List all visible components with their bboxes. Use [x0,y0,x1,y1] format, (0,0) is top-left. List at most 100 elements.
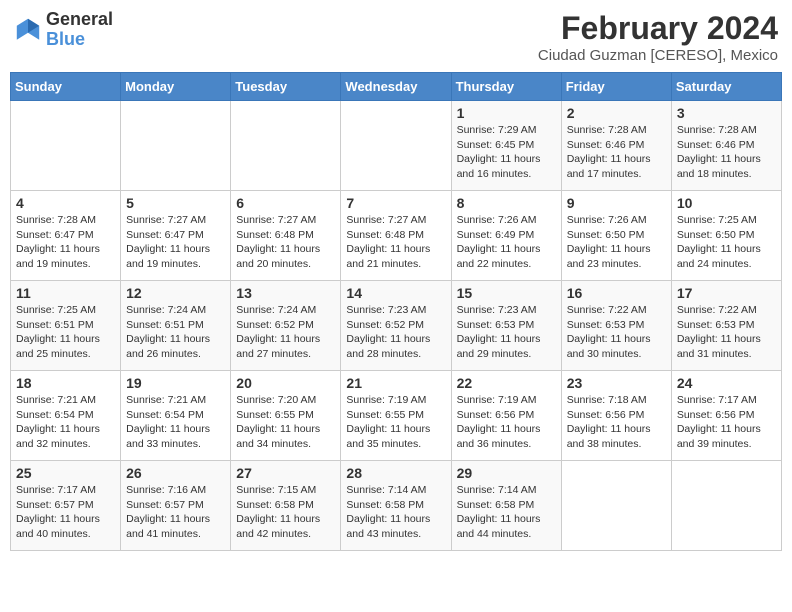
calendar-cell: 3 Sunrise: 7:28 AM Sunset: 6:46 PM Daylig… [671,101,781,191]
day-number: 26 [126,465,225,481]
calendar-cell: 13Sunrise: 7:24 AM Sunset: 6:52 PM Dayli… [231,281,341,371]
day-number: 19 [126,375,225,391]
day-info: Sunrise: 7:21 AM Sunset: 6:54 PM Dayligh… [16,393,115,452]
calendar-cell: 21 Sunrise: 7:19 AM Sunset: 6:55 PM Dayli… [341,371,451,461]
day-info: Sunrise: 7:17 AM Sunset: 6:56 PM Dayligh… [677,393,776,452]
calendar-week-row: 25Sunrise: 7:17 AM Sunset: 6:57 PM Dayli… [11,461,782,551]
calendar-cell: 7 Sunrise: 7:27 AM Sunset: 6:48 PM Daylig… [341,191,451,281]
day-number: 29 [457,465,556,481]
calendar-cell: 25Sunrise: 7:17 AM Sunset: 6:57 PM Dayli… [11,461,121,551]
calendar-cell: 19 Sunrise: 7:21 AM Sunset: 6:54 PM Dayli… [121,371,231,461]
day-info: Sunrise: 7:23 AM Sunset: 6:53 PM Dayligh… [457,303,556,362]
day-info: Sunrise: 7:20 AM Sunset: 6:55 PM Dayligh… [236,393,335,452]
logo: General Blue [14,10,113,50]
day-header-wednesday: Wednesday [341,73,451,101]
day-number: 27 [236,465,335,481]
day-info: Sunrise: 7:23 AM Sunset: 6:52 PM Dayligh… [346,303,445,362]
calendar-cell: 16 Sunrise: 7:22 AM Sunset: 6:53 PM Dayli… [561,281,671,371]
day-info: Sunrise: 7:26 AM Sunset: 6:50 PM Dayligh… [567,213,666,272]
day-number: 8 [457,195,556,211]
day-number: 6 [236,195,335,211]
calendar-cell: 20Sunrise: 7:20 AM Sunset: 6:55 PM Dayli… [231,371,341,461]
logo-icon [14,16,42,44]
calendar-cell: 23 Sunrise: 7:18 AM Sunset: 6:56 PM Dayli… [561,371,671,461]
day-header-friday: Friday [561,73,671,101]
day-number: 15 [457,285,556,301]
calendar-cell: 12Sunrise: 7:24 AM Sunset: 6:51 PM Dayli… [121,281,231,371]
day-number: 16 [567,285,666,301]
logo-blue-text: Blue [46,30,113,50]
day-number: 7 [346,195,445,211]
calendar-cell: 1Sunrise: 7:29 AM Sunset: 6:45 PM Daylig… [451,101,561,191]
day-info: Sunrise: 7:25 AM Sunset: 6:50 PM Dayligh… [677,213,776,272]
calendar-table: SundayMondayTuesdayWednesdayThursdayFrid… [10,72,782,551]
day-info: Sunrise: 7:18 AM Sunset: 6:56 PM Dayligh… [567,393,666,452]
day-header-sunday: Sunday [11,73,121,101]
calendar-cell: 17 Sunrise: 7:22 AM Sunset: 6:53 PM Dayli… [671,281,781,371]
day-number: 3 [677,105,776,121]
day-info: Sunrise: 7:21 AM Sunset: 6:54 PM Dayligh… [126,393,225,452]
calendar-cell: 9 Sunrise: 7:26 AM Sunset: 6:50 PM Daylig… [561,191,671,281]
day-info: Sunrise: 7:22 AM Sunset: 6:53 PM Dayligh… [567,303,666,362]
day-info: Sunrise: 7:29 AM Sunset: 6:45 PM Dayligh… [457,123,556,182]
calendar-week-row: 1Sunrise: 7:29 AM Sunset: 6:45 PM Daylig… [11,101,782,191]
day-number: 10 [677,195,776,211]
calendar-cell: 5Sunrise: 7:27 AM Sunset: 6:47 PM Daylig… [121,191,231,281]
day-info: Sunrise: 7:14 AM Sunset: 6:58 PM Dayligh… [457,483,556,542]
day-info: Sunrise: 7:19 AM Sunset: 6:55 PM Dayligh… [346,393,445,452]
calendar-cell: 27Sunrise: 7:15 AM Sunset: 6:58 PM Dayli… [231,461,341,551]
day-info: Sunrise: 7:27 AM Sunset: 6:48 PM Dayligh… [346,213,445,272]
day-number: 23 [567,375,666,391]
day-number: 14 [346,285,445,301]
month-year-title: February 2024 [538,10,778,47]
calendar-cell: 26Sunrise: 7:16 AM Sunset: 6:57 PM Dayli… [121,461,231,551]
day-number: 5 [126,195,225,211]
day-info: Sunrise: 7:28 AM Sunset: 6:46 PM Dayligh… [567,123,666,182]
calendar-cell: 6Sunrise: 7:27 AM Sunset: 6:48 PM Daylig… [231,191,341,281]
calendar-cell: 11 Sunrise: 7:25 AM Sunset: 6:51 PM Dayli… [11,281,121,371]
day-header-thursday: Thursday [451,73,561,101]
day-number: 24 [677,375,776,391]
day-info: Sunrise: 7:28 AM Sunset: 6:46 PM Dayligh… [677,123,776,182]
logo-general-text: General [46,10,113,30]
calendar-week-row: 11 Sunrise: 7:25 AM Sunset: 6:51 PM Dayli… [11,281,782,371]
calendar-cell: 10 Sunrise: 7:25 AM Sunset: 6:50 PM Dayli… [671,191,781,281]
calendar-cell: 29 Sunrise: 7:14 AM Sunset: 6:58 PM Dayli… [451,461,561,551]
calendar-cell: 22Sunrise: 7:19 AM Sunset: 6:56 PM Dayli… [451,371,561,461]
calendar-cell: 15 Sunrise: 7:23 AM Sunset: 6:53 PM Dayli… [451,281,561,371]
calendar-header-row: SundayMondayTuesdayWednesdayThursdayFrid… [11,73,782,101]
calendar-cell [341,101,451,191]
calendar-week-row: 4 Sunrise: 7:28 AM Sunset: 6:47 PM Daylig… [11,191,782,281]
day-number: 17 [677,285,776,301]
day-info: Sunrise: 7:14 AM Sunset: 6:58 PM Dayligh… [346,483,445,542]
calendar-cell [671,461,781,551]
calendar-cell: 28 Sunrise: 7:14 AM Sunset: 6:58 PM Dayli… [341,461,451,551]
day-number: 4 [16,195,115,211]
day-info: Sunrise: 7:26 AM Sunset: 6:49 PM Dayligh… [457,213,556,272]
calendar-cell [11,101,121,191]
calendar-cell: 4 Sunrise: 7:28 AM Sunset: 6:47 PM Daylig… [11,191,121,281]
calendar-cell: 14 Sunrise: 7:23 AM Sunset: 6:52 PM Dayli… [341,281,451,371]
location-subtitle: Ciudad Guzman [CERESO], Mexico [538,47,778,64]
calendar-cell: 2Sunrise: 7:28 AM Sunset: 6:46 PM Daylig… [561,101,671,191]
day-header-saturday: Saturday [671,73,781,101]
day-number: 25 [16,465,115,481]
day-number: 9 [567,195,666,211]
day-header-monday: Monday [121,73,231,101]
calendar-cell [561,461,671,551]
day-number: 22 [457,375,556,391]
title-area: February 2024 Ciudad Guzman [CERESO], Me… [538,10,778,64]
day-info: Sunrise: 7:28 AM Sunset: 6:47 PM Dayligh… [16,213,115,272]
calendar-cell: 24 Sunrise: 7:17 AM Sunset: 6:56 PM Dayli… [671,371,781,461]
calendar-cell: 8 Sunrise: 7:26 AM Sunset: 6:49 PM Daylig… [451,191,561,281]
day-number: 11 [16,285,115,301]
calendar-cell [121,101,231,191]
calendar-week-row: 18 Sunrise: 7:21 AM Sunset: 6:54 PM Dayli… [11,371,782,461]
day-number: 18 [16,375,115,391]
calendar-cell: 18 Sunrise: 7:21 AM Sunset: 6:54 PM Dayli… [11,371,121,461]
day-info: Sunrise: 7:22 AM Sunset: 6:53 PM Dayligh… [677,303,776,362]
day-number: 28 [346,465,445,481]
day-number: 21 [346,375,445,391]
day-number: 12 [126,285,225,301]
day-info: Sunrise: 7:25 AM Sunset: 6:51 PM Dayligh… [16,303,115,362]
